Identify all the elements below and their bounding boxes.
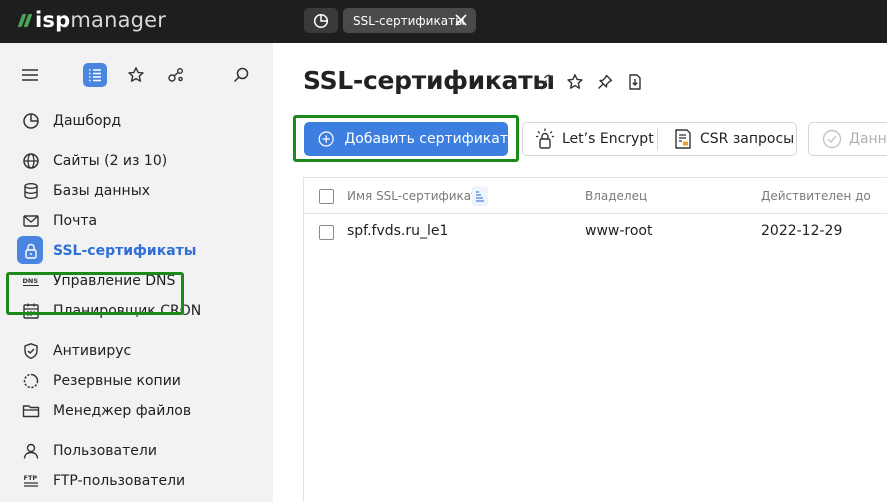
sidebar-toolbar xyxy=(0,63,273,89)
column-header-valid-until[interactable]: Действителен до xyxy=(761,189,871,203)
row-checkbox[interactable] xyxy=(319,225,334,240)
user-icon xyxy=(22,442,40,460)
search-icon xyxy=(233,67,249,83)
page-title: SSL-сертификаты xyxy=(303,66,555,95)
star-icon xyxy=(128,67,144,82)
pie-chart-icon xyxy=(313,13,329,28)
sidebar-item-file-manager[interactable]: Менеджер файлов xyxy=(22,400,191,422)
star-icon[interactable] xyxy=(565,72,585,92)
favorites-button[interactable] xyxy=(124,63,148,87)
menu-button[interactable] xyxy=(18,63,42,87)
title-actions xyxy=(535,72,645,94)
cell-name: spf.fvds.ru_le1 xyxy=(347,223,449,239)
lock-icon xyxy=(22,242,40,260)
sidebar-item-label: Базы данных xyxy=(53,183,151,199)
sidebar-item-ftp-users[interactable]: FTP FTP-пользователи xyxy=(22,470,186,492)
sidebar-item-ssl[interactable]: SSL-сертификаты xyxy=(17,236,197,264)
link-icon[interactable] xyxy=(535,72,555,92)
nodes-icon xyxy=(168,68,183,82)
sidebar-item-label: FTP-пользователи xyxy=(53,473,186,489)
cell-owner: www-root xyxy=(585,223,653,239)
sidebar-item-label: SSL-сертификаты xyxy=(53,243,197,259)
logo-text: ispmanager xyxy=(35,8,167,32)
cell-valid-until: 2022-12-29 xyxy=(761,223,843,239)
sidebar-item-backups[interactable]: Резервные копии xyxy=(22,370,181,392)
csr-requests-label: CSR запросы xyxy=(700,131,795,147)
add-button-highlight-frame xyxy=(293,115,519,162)
table-header: Имя SSL-сертификата Владелец Действителе… xyxy=(304,178,887,214)
data-button[interactable]: Данны xyxy=(808,122,887,156)
hamburger-icon xyxy=(22,69,38,81)
tab-label: SSL-сертификаты xyxy=(353,13,465,28)
toolbar-group: Let’s Encrypt CSR запросы xyxy=(522,122,797,156)
close-icon[interactable] xyxy=(454,13,468,27)
sidebar-item-mail[interactable]: Почта xyxy=(22,210,97,232)
letsencrypt-icon xyxy=(535,128,555,150)
sidebar-item-dashboard[interactable]: Дашборд xyxy=(22,110,121,132)
sidebar-item-label: Менеджер файлов xyxy=(53,403,192,419)
sidebar-item-users[interactable]: Пользователи xyxy=(22,440,157,462)
csr-document-icon xyxy=(673,128,693,150)
logo-mark-icon xyxy=(17,13,33,27)
letsencrypt-button[interactable]: Let’s Encrypt xyxy=(535,123,654,155)
certificates-table: Имя SSL-сертификата Владелец Действителе… xyxy=(303,177,887,502)
ispmanager-logo[interactable]: ispmanager xyxy=(17,7,167,33)
select-all-checkbox[interactable] xyxy=(319,189,334,204)
dashboard-tab-button[interactable] xyxy=(304,8,338,33)
sidebar-item-antivirus[interactable]: Антивирус xyxy=(22,340,131,362)
backup-icon xyxy=(22,372,40,390)
ftp-icon: FTP xyxy=(22,472,40,490)
list-icon xyxy=(89,69,101,82)
tab-ssl-certificates[interactable]: SSL-сертификаты xyxy=(343,8,476,33)
folder-icon xyxy=(22,402,40,420)
top-bar: ispmanager SSL-сертификаты xyxy=(0,0,887,43)
letsencrypt-label: Let’s Encrypt xyxy=(562,131,654,147)
database-icon xyxy=(22,182,40,200)
dashboard-icon xyxy=(22,112,40,130)
sort-icon[interactable] xyxy=(472,186,488,206)
csr-requests-button[interactable]: CSR запросы xyxy=(673,123,794,155)
globe-icon xyxy=(22,152,40,170)
pin-icon[interactable] xyxy=(595,72,615,92)
shield-icon xyxy=(22,342,40,360)
column-header-owner[interactable]: Владелец xyxy=(585,189,647,203)
links-button[interactable] xyxy=(164,63,188,87)
column-header-name[interactable]: Имя SSL-сертификата xyxy=(347,189,486,203)
data-icon xyxy=(822,129,842,149)
toolbar-divider xyxy=(657,128,658,150)
sidebar-highlight-frame xyxy=(6,272,184,315)
download-doc-icon[interactable] xyxy=(625,72,645,92)
svg-text:FTP: FTP xyxy=(24,474,38,482)
data-button-label: Данны xyxy=(849,131,887,147)
sidebar-item-databases[interactable]: Базы данных xyxy=(22,180,150,202)
sidebar-item-label: Почта xyxy=(53,213,98,229)
mail-icon xyxy=(22,212,40,230)
sidebar: Дашборд Сайты (2 из 10) Базы данных Почт… xyxy=(0,43,273,502)
sidebar-item-label: Пользователи xyxy=(53,443,157,459)
sidebar-item-sites[interactable]: Сайты (2 из 10) xyxy=(22,150,167,172)
sidebar-item-label: Дашборд xyxy=(53,113,122,129)
sidebar-item-label: Сайты (2 из 10) xyxy=(53,153,168,169)
list-view-button[interactable] xyxy=(83,63,107,87)
sidebar-item-label: Резервные копии xyxy=(53,373,181,389)
search-button[interactable] xyxy=(229,63,253,87)
table-row[interactable]: spf.fvds.ru_le1 www-root 2022-12-29 xyxy=(304,214,887,250)
sidebar-item-label: Антивирус xyxy=(53,343,132,359)
